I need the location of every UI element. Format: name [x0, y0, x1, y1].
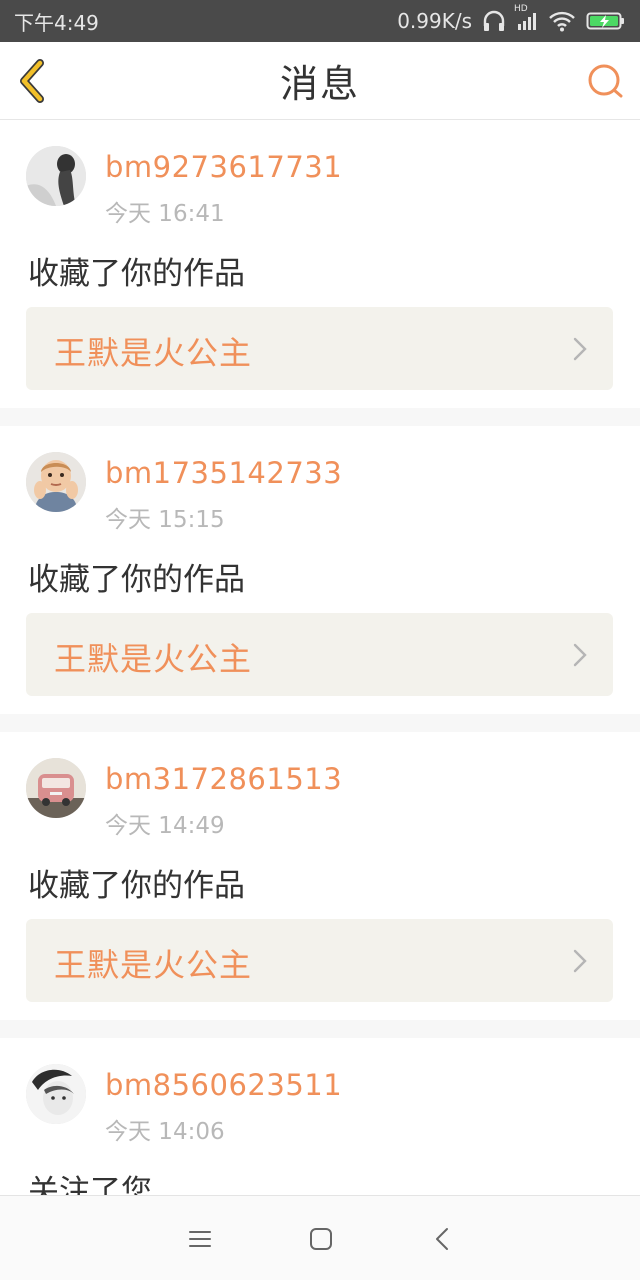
home-square-icon — [310, 1228, 332, 1250]
chevron-right-icon — [573, 949, 587, 973]
app-header: 消息 — [0, 42, 640, 120]
message-time: 今天 14:49 — [105, 813, 225, 839]
system-nav-bar — [0, 1195, 640, 1280]
avatar[interactable] — [26, 452, 86, 512]
message-action: 收藏了你的作品 — [28, 256, 245, 292]
chevron-left-icon — [20, 59, 44, 103]
work-title: 王默是火公主 — [54, 946, 253, 984]
message-time: 今天 14:06 — [105, 1119, 225, 1145]
message-item: bm3172861513 今天 14:49 收藏了你的作品 王默是火公主 — [0, 732, 640, 1020]
menu-button[interactable] — [185, 1224, 215, 1254]
net-speed: 0.99K/s — [397, 9, 472, 33]
message-time: 今天 16:41 — [105, 201, 225, 227]
username[interactable]: bm1735142733 — [105, 456, 342, 490]
chevron-right-icon — [573, 337, 587, 361]
message-item: bm9273617731 今天 16:41 收藏了你的作品 王默是火公主 — [0, 120, 640, 408]
work-link[interactable]: 王默是火公主 — [26, 919, 613, 1002]
status-bar: 下午4:49 0.99K/s HD — [0, 0, 640, 42]
message-item: bm8560623511 今天 14:06 关注了您 — [0, 1038, 640, 1195]
chevron-right-icon — [573, 643, 587, 667]
search-button[interactable] — [586, 62, 624, 100]
avatar[interactable] — [26, 1064, 86, 1124]
status-time: 下午4:49 — [14, 10, 99, 35]
message-time: 今天 15:15 — [105, 507, 225, 533]
work-link[interactable]: 王默是火公主 — [26, 307, 613, 390]
username[interactable]: bm9273617731 — [105, 150, 342, 184]
battery-charging-icon — [586, 10, 626, 32]
headset-icon — [482, 10, 506, 32]
system-back-button[interactable] — [428, 1224, 458, 1254]
network-label: HD — [514, 4, 528, 14]
back-button[interactable] — [14, 58, 54, 104]
wifi-icon — [548, 10, 576, 32]
message-item: bm1735142733 今天 15:15 收藏了你的作品 王默是火公主 — [0, 426, 640, 714]
message-action: 收藏了你的作品 — [28, 562, 245, 598]
username[interactable]: bm8560623511 — [105, 1068, 342, 1102]
message-action: 收藏了你的作品 — [28, 868, 245, 904]
message-list[interactable]: bm9273617731 今天 16:41 收藏了你的作品 王默是火公主 bm1… — [0, 120, 640, 1195]
username[interactable]: bm3172861513 — [105, 762, 342, 796]
message-action: 关注了您 — [28, 1174, 152, 1195]
status-indicators: 0.99K/s HD — [397, 4, 626, 33]
work-title: 王默是火公主 — [54, 640, 253, 678]
avatar[interactable] — [26, 758, 86, 818]
work-title: 王默是火公主 — [54, 334, 253, 372]
back-chevron-icon — [436, 1228, 448, 1250]
menu-icon — [189, 1231, 211, 1247]
work-link[interactable]: 王默是火公主 — [26, 613, 613, 696]
search-icon — [588, 64, 623, 98]
signal-icon: HD — [514, 4, 538, 32]
page-title: 消息 — [279, 62, 360, 106]
home-button[interactable] — [306, 1224, 336, 1254]
avatar[interactable] — [26, 146, 86, 206]
